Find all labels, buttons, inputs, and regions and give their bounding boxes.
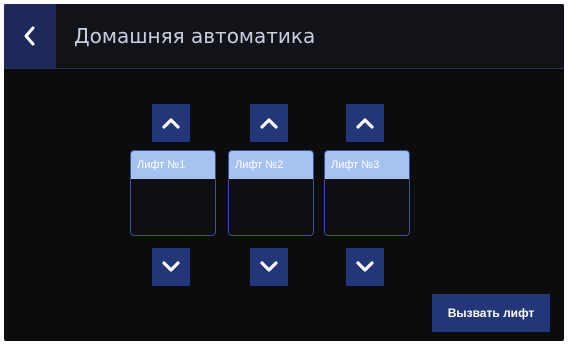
lift-2-card[interactable]: Лифт №2 xyxy=(228,150,314,236)
chevron-down-icon xyxy=(162,261,180,272)
lift-1-label: Лифт №1 xyxy=(131,151,215,179)
chevron-left-icon xyxy=(24,26,35,46)
lift-2-label: Лифт №2 xyxy=(229,151,313,179)
lift-2-up-button[interactable] xyxy=(250,104,288,142)
app-screen: Домашняя автоматика Лифт №1 Лифт №2 Лифт… xyxy=(4,4,564,341)
header-bar: Домашняя автоматика xyxy=(4,4,564,69)
lift-3-card[interactable]: Лифт №3 xyxy=(324,150,410,236)
chevron-up-icon xyxy=(356,118,374,129)
lift-2-down-button[interactable] xyxy=(250,248,288,286)
call-lift-button[interactable]: Вызвать лифт xyxy=(432,294,550,332)
back-button[interactable] xyxy=(4,4,56,68)
lift-1-up-button[interactable] xyxy=(152,104,190,142)
lift-3-label: Лифт №3 xyxy=(325,151,409,179)
chevron-down-icon xyxy=(260,261,278,272)
chevron-down-icon xyxy=(356,261,374,272)
chevron-up-icon xyxy=(162,118,180,129)
lift-3-up-button[interactable] xyxy=(346,104,384,142)
chevron-up-icon xyxy=(260,118,278,129)
page-title: Домашняя автоматика xyxy=(74,24,316,48)
lift-1-down-button[interactable] xyxy=(152,248,190,286)
lift-1-card[interactable]: Лифт №1 xyxy=(130,150,216,236)
lift-3-down-button[interactable] xyxy=(346,248,384,286)
